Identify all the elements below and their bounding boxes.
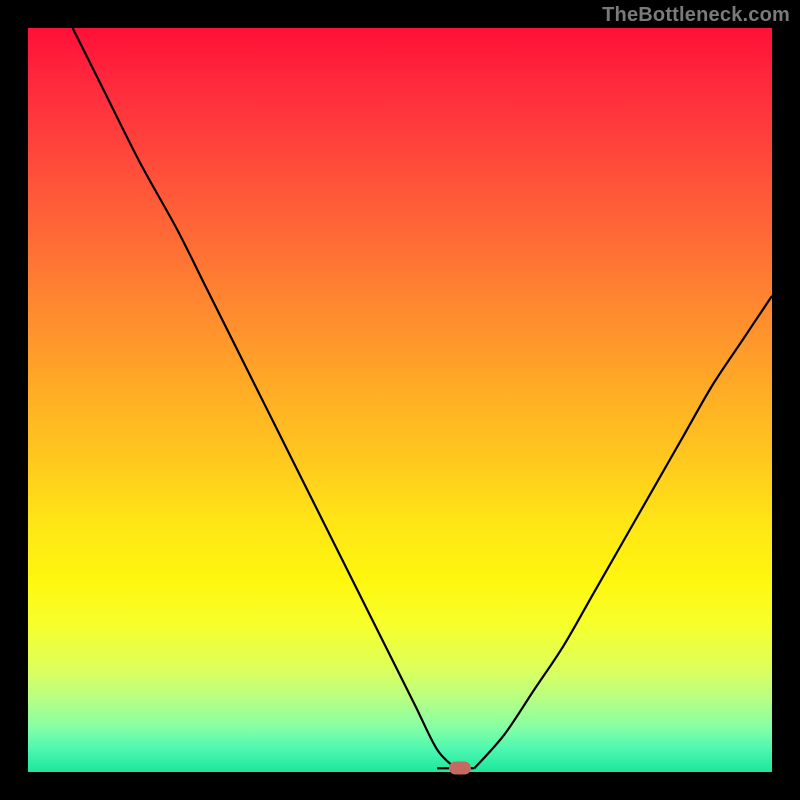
optimal-point-marker [449, 762, 471, 775]
bottleneck-curve-left [73, 28, 456, 768]
plot-area [28, 28, 772, 772]
bottleneck-curve-right [474, 296, 772, 768]
curve-svg [28, 28, 772, 772]
watermark-text: TheBottleneck.com [602, 4, 790, 27]
chart-frame: TheBottleneck.com [0, 0, 800, 800]
